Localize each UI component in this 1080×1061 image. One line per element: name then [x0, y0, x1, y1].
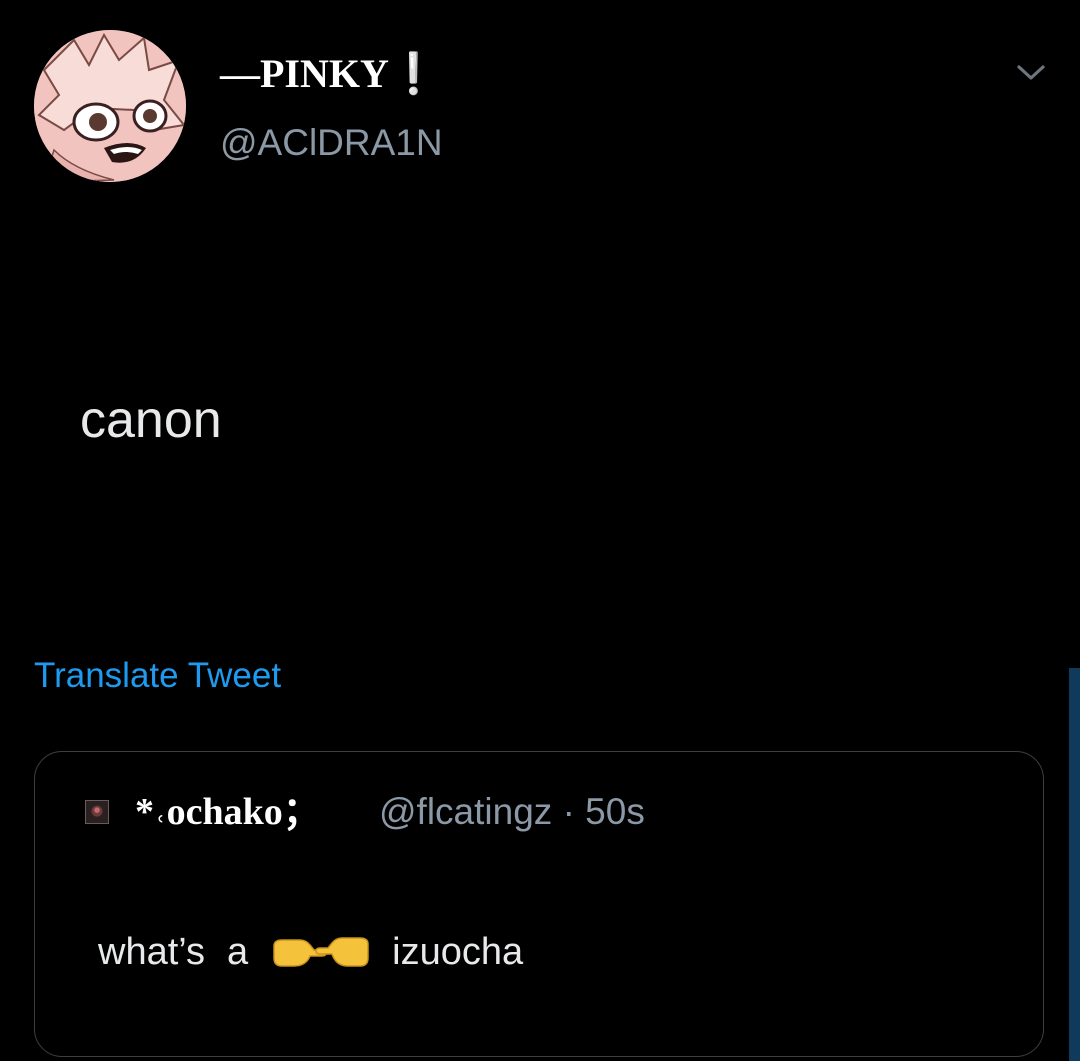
quoted-tweet-card[interactable]: *˓ochako； @flcatingz · 50s what’s a izuo…	[34, 751, 1044, 1057]
scroll-indicator	[1069, 668, 1080, 1061]
avatar-illustration	[34, 30, 186, 182]
translate-tweet-link[interactable]: Translate Tweet	[34, 654, 281, 698]
author-handle[interactable]: @AClDRA1N	[220, 120, 443, 166]
chevron-down-icon[interactable]	[1013, 57, 1049, 87]
pointing-fingers-emoji	[270, 932, 372, 972]
quote-text: what’s a izuocha	[98, 928, 523, 976]
quote-text-word: what’s	[98, 931, 206, 973]
quote-text-word: izuocha	[392, 931, 524, 973]
quote-author-name[interactable]: *˓ochako；	[135, 788, 321, 836]
author-display-name[interactable]: ––PINKY❕	[220, 50, 439, 98]
quote-author-avatar[interactable]	[85, 800, 109, 824]
author-avatar[interactable]	[34, 30, 186, 182]
tweet-text: canon	[80, 391, 222, 449]
quote-handle-time[interactable]: @flcatingz · 50s	[379, 789, 645, 835]
quote-text-word: a	[227, 931, 249, 973]
